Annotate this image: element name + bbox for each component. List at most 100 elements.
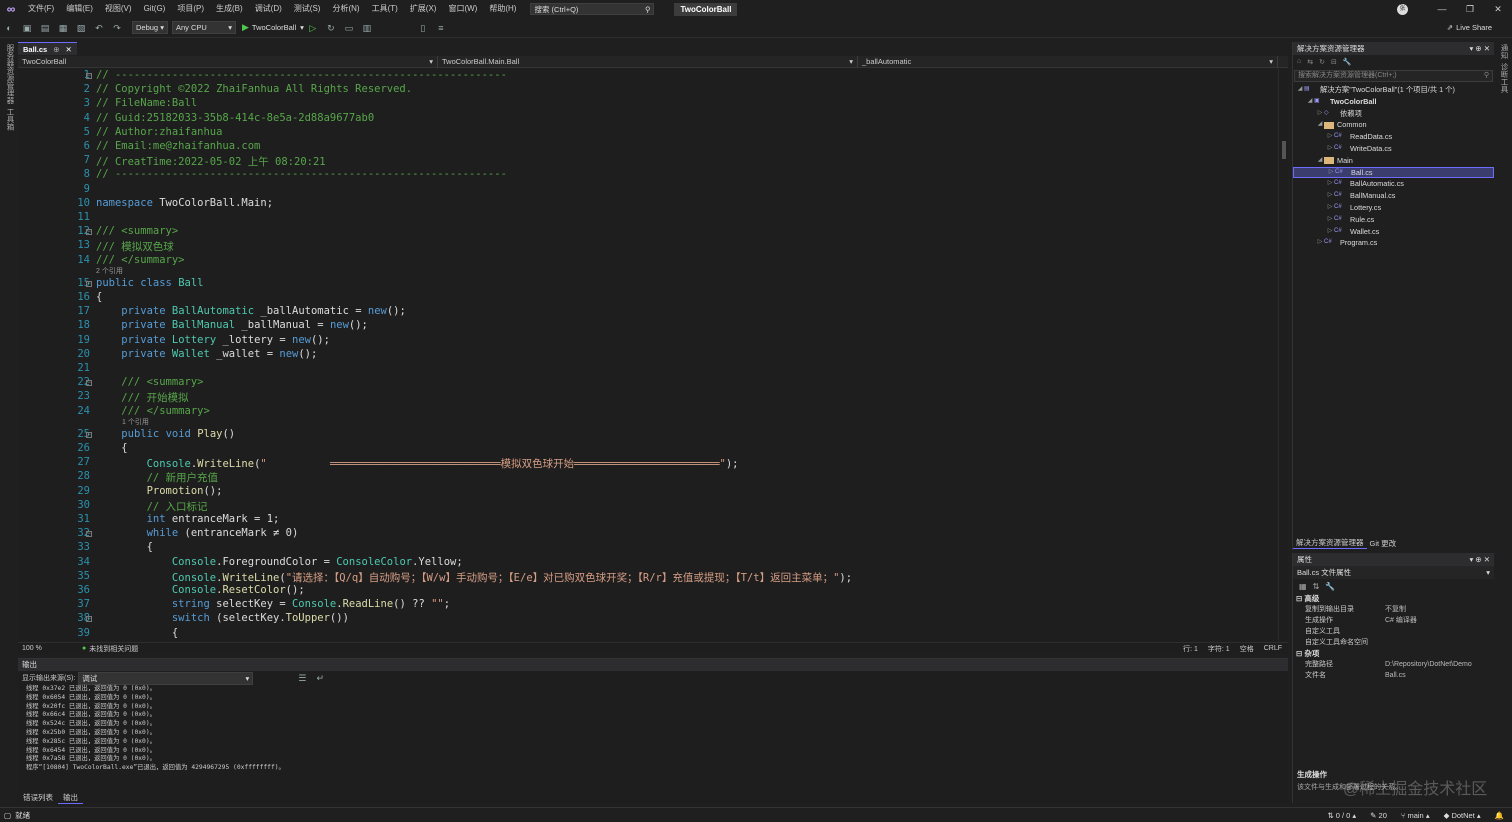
hot-reload-icon[interactable]: ↻ — [324, 21, 338, 35]
expand-arrow-icon[interactable]: ▷ — [1316, 237, 1324, 249]
code-line[interactable]: private Lottery _lottery = new(); — [96, 334, 330, 346]
member-dropdown[interactable]: _ballAutomatic ▾ — [858, 55, 1278, 68]
tree-item[interactable]: ▷ C# Wallet.cs — [1293, 226, 1494, 238]
code-line[interactable]: while (entranceMark ≠ 0) — [96, 527, 299, 539]
notifications-icon[interactable]: 🔔 — [1495, 811, 1504, 820]
fold-toggle[interactable]: − — [86, 280, 92, 287]
layout-icon[interactable]: ▥ — [360, 21, 374, 35]
expand-arrow-icon[interactable]: ◢ — [1296, 84, 1304, 96]
codelens-references[interactable]: 1 个引用 — [122, 417, 149, 427]
code-line[interactable]: public class Ball — [96, 277, 204, 289]
expand-arrow-icon[interactable]: ◢ — [1316, 119, 1324, 131]
scroll-thumb[interactable] — [1282, 141, 1286, 159]
category-advanced[interactable]: ⊟ 高级 — [1293, 593, 1494, 604]
code-line[interactable]: // -------------------------------------… — [96, 69, 507, 81]
property-value[interactable]: C# 编译器 — [1381, 615, 1494, 626]
expand-arrow-icon[interactable]: ▷ — [1327, 167, 1335, 179]
code-line[interactable]: string selectKey = Console.ReadLine() ??… — [96, 598, 450, 610]
expand-arrow-icon[interactable]: ◢ — [1306, 96, 1314, 108]
menu-item[interactable]: 编辑(E) — [60, 0, 99, 18]
tree-item[interactable]: ◢ Common — [1293, 119, 1494, 131]
expand-arrow-icon[interactable]: ▷ — [1326, 214, 1334, 226]
tree-item[interactable]: ▷ C# WriteData.cs — [1293, 143, 1494, 155]
code-line[interactable]: // 新用户充值 — [96, 470, 218, 485]
save-all-icon[interactable]: ▧ — [74, 21, 88, 35]
code-line[interactable]: namespace TwoColorBall.Main; — [96, 197, 273, 209]
code-line[interactable]: // 入口标记 — [96, 499, 208, 514]
codelens-references[interactable]: 2 个引用 — [96, 266, 123, 276]
property-value[interactable] — [1381, 637, 1494, 648]
menu-item[interactable]: 帮助(H) — [483, 0, 522, 18]
expand-arrow-icon[interactable]: ▷ — [1326, 131, 1334, 143]
fold-toggle[interactable]: − — [86, 380, 92, 387]
fold-toggle[interactable]: − — [86, 73, 92, 79]
tab-error-list[interactable]: 错误列表 — [18, 792, 58, 803]
panel-controls[interactable]: ▾ ⊕ ✕ — [1469, 553, 1490, 566]
tab-solution-explorer[interactable]: 解决方案资源管理器 — [1293, 537, 1367, 549]
config-select[interactable]: Debug ▾ — [132, 21, 168, 34]
code-line[interactable]: private Wallet _wallet = new(); — [96, 348, 317, 360]
live-share-button[interactable]: ⇗ Live Share — [1447, 23, 1492, 32]
tree-item[interactable]: ◢ Main — [1293, 155, 1494, 167]
new-project-icon[interactable]: ▣ — [20, 21, 34, 35]
expand-arrow-icon[interactable]: ▷ — [1326, 190, 1334, 202]
fold-toggle[interactable]: − — [86, 531, 92, 538]
menu-item[interactable]: 工具(T) — [366, 0, 404, 18]
tree-item[interactable]: ▷ C# BallManual.cs — [1293, 190, 1494, 202]
tree-item[interactable]: ▷ C# Lottery.cs — [1293, 202, 1494, 214]
open-folder-icon[interactable]: ▤ — [38, 21, 52, 35]
platform-select[interactable]: Any CPU ▾ — [172, 21, 236, 34]
tree-item[interactable]: ▷ ◇ 依赖项 — [1293, 108, 1494, 120]
minimize-button[interactable]: — — [1428, 4, 1456, 14]
expand-arrow-icon[interactable]: ▷ — [1326, 226, 1334, 238]
menu-item[interactable]: 文件(F) — [22, 0, 60, 18]
code-line[interactable]: Console.ForegroundColor = ConsoleColor.Y… — [96, 556, 463, 568]
undo-icon[interactable]: ↶ — [92, 21, 106, 35]
code-line[interactable]: // -------------------------------------… — [96, 168, 507, 180]
tree-item[interactable]: ▷ C# Program.cs — [1293, 237, 1494, 249]
property-value[interactable]: 不复制 — [1381, 604, 1494, 615]
tree-item[interactable]: ▷ C# ReadData.cs — [1293, 131, 1494, 143]
property-row[interactable]: 自定义工具命名空间 — [1293, 637, 1494, 648]
branch-selector[interactable]: ⑂ main ▴ — [1401, 811, 1430, 820]
sync-status[interactable]: ⇅ 0 / 0 ▴ — [1327, 811, 1356, 820]
code-line[interactable]: private BallManual _ballManual = new(); — [96, 319, 368, 331]
save-icon[interactable]: ▦ — [56, 21, 70, 35]
menu-item[interactable]: 分析(N) — [326, 0, 365, 18]
start-without-debug-icon[interactable]: ▷ — [306, 21, 320, 35]
comment-icon[interactable]: ≡ — [434, 21, 448, 35]
notifications-tab[interactable]: 通知 — [1499, 44, 1510, 59]
tree-item[interactable]: ▷ C# Ball.cs — [1293, 166, 1494, 179]
code-line[interactable]: private BallAutomatic _ballAutomatic = n… — [96, 305, 406, 317]
property-row[interactable]: 生成操作 C# 编译器 — [1293, 615, 1494, 626]
tab-ball-cs[interactable]: Ball.cs ⊕ ✕ — [18, 42, 77, 55]
code-line[interactable]: // Author:zhaifanhua — [96, 126, 222, 138]
code-line[interactable]: /// </summary> — [96, 405, 210, 417]
project-dropdown[interactable]: TwoColorBall ▾ — [18, 55, 438, 68]
properties-icon[interactable]: 🔧 — [1343, 58, 1352, 66]
property-value[interactable] — [1381, 626, 1494, 637]
diagnostic-tools-tab[interactable]: 诊断工具 — [1499, 63, 1510, 93]
pin-icon[interactable]: ⊕ — [53, 43, 59, 55]
maximize-button[interactable]: ❐ — [1456, 4, 1484, 15]
refresh-icon[interactable]: ↻ — [1319, 58, 1325, 66]
property-value[interactable]: Ball.cs — [1381, 670, 1494, 681]
fold-toggle[interactable]: − — [86, 229, 92, 236]
home-icon[interactable]: ⌂ — [1297, 58, 1301, 65]
properties-object-select[interactable]: Ball.cs 文件属性 ▾ — [1293, 566, 1494, 579]
code-line[interactable]: // FileName:Ball — [96, 97, 197, 109]
issues-status[interactable]: 未找到相关问题 — [89, 644, 138, 654]
expand-arrow-icon[interactable]: ▷ — [1326, 178, 1334, 190]
category-misc[interactable]: ⊟ 杂项 — [1293, 648, 1494, 659]
code-line[interactable]: { — [96, 627, 178, 639]
tree-item[interactable]: ◢ ▣ TwoColorBall — [1293, 96, 1494, 108]
expand-arrow-icon[interactable]: ▷ — [1326, 143, 1334, 155]
redo-icon[interactable]: ↷ — [110, 21, 124, 35]
code-line[interactable]: /// <summary> — [96, 376, 203, 388]
expand-arrow-icon[interactable]: ▷ — [1316, 108, 1324, 120]
menu-item[interactable]: 生成(B) — [210, 0, 249, 18]
menu-item[interactable]: 窗口(W) — [442, 0, 483, 18]
zoom-level[interactable]: 100 % — [22, 645, 62, 652]
alphabetical-icon[interactable]: ⇅ — [1313, 582, 1320, 591]
menu-item[interactable]: 项目(P) — [171, 0, 210, 18]
